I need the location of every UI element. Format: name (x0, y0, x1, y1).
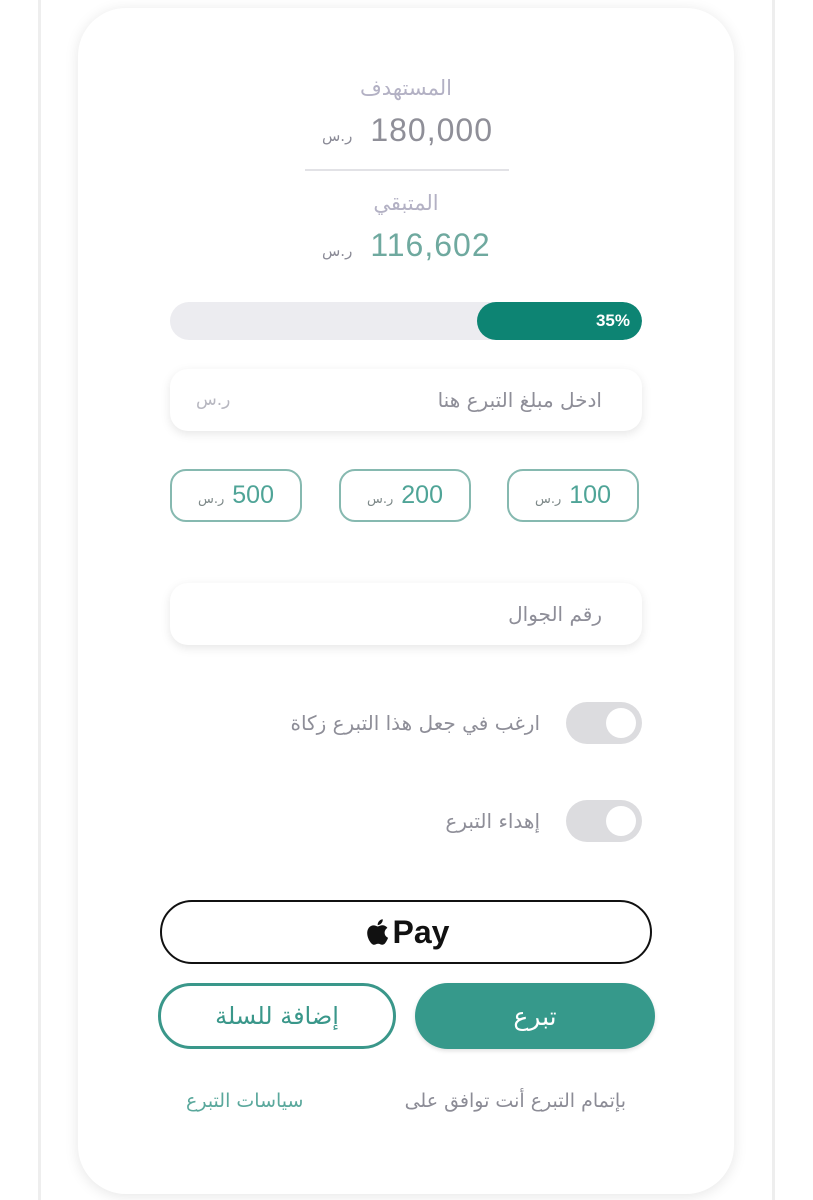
target-currency: ر.س (322, 127, 353, 145)
toggle-knob (606, 708, 636, 738)
phone-placeholder: رقم الجوال (508, 602, 602, 626)
terms-agree-text: بإتمام التبرع أنت توافق على (404, 1090, 626, 1112)
quick-amount-currency: ر.س (198, 492, 225, 507)
quick-amount-500-button[interactable]: ر.س 500 (170, 469, 302, 522)
quick-amount-value: 500 (232, 481, 274, 509)
remaining-value: 116,602 (370, 227, 491, 263)
target-amount: ر.س 180,000 (322, 112, 493, 149)
progress-fill: 35% (476, 302, 642, 340)
target-label: المستهدف (360, 76, 452, 100)
remaining-section: المتبقي (78, 191, 734, 215)
remaining-label: المتبقي (373, 191, 439, 215)
add-to-cart-button[interactable]: إضافة للسلة (158, 983, 396, 1049)
quick-amount-currency: ر.س (367, 492, 394, 507)
page-border-right (772, 0, 775, 1200)
apple-pay-label: Pay (392, 913, 450, 950)
apple-logo-icon (366, 919, 388, 945)
zakat-toggle-label: ارغب في جعل هذا التبرع زكاة (290, 711, 540, 735)
progress-percent: 35% (595, 311, 630, 330)
amount-input-currency: ر.س (196, 390, 231, 410)
target-section: المستهدف (78, 76, 734, 100)
target-value: 180,000 (370, 112, 493, 148)
apple-pay-button[interactable]: Pay (160, 900, 652, 964)
progress-bar: 35% (170, 302, 642, 340)
donation-amount-input[interactable]: ادخل مبلغ التبرع هنا ر.س (170, 369, 642, 431)
quick-amount-100-button[interactable]: ر.س 100 (507, 469, 639, 522)
gift-toggle-label: إهداء التبرع (445, 809, 540, 833)
quick-amount-200-button[interactable]: ر.س 200 (339, 469, 471, 522)
page-border-left (38, 0, 41, 1200)
amount-placeholder: ادخل مبلغ التبرع هنا (437, 388, 602, 412)
remaining-amount: ر.س 116,602 (322, 227, 491, 264)
remaining-currency: ر.س (322, 242, 353, 260)
gift-toggle-row: إهداء التبرع (170, 800, 642, 844)
phone-input[interactable]: رقم الجوال (170, 583, 642, 645)
gift-toggle[interactable] (566, 800, 642, 842)
quick-amount-currency: ر.س (535, 492, 562, 507)
quick-amount-value: 200 (401, 481, 443, 509)
donation-card: المستهدف ر.س 180,000 المتبقي ر.س 116,602… (78, 8, 734, 1194)
zakat-toggle-row: ارغب في جعل هذا التبرع زكاة (170, 702, 642, 746)
toggle-knob (606, 806, 636, 836)
quick-amount-value: 100 (569, 481, 611, 509)
zakat-toggle[interactable] (566, 702, 642, 744)
amount-divider (305, 169, 509, 171)
donation-policies-link[interactable]: سياسات التبرع (186, 1090, 303, 1112)
donate-button[interactable]: تبرع (415, 983, 655, 1049)
